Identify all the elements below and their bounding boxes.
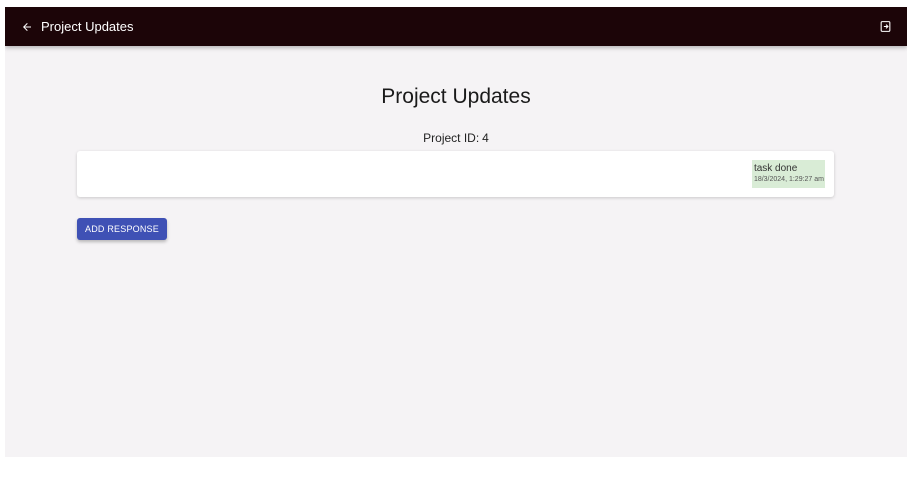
app-bar-title: Project Updates	[41, 19, 134, 34]
project-id-value: 4	[482, 131, 489, 145]
project-id: Project ID: 4	[5, 131, 907, 145]
logout-button[interactable]	[872, 14, 898, 40]
message-bubble: task done 18/3/2024, 1:29:27 am	[751, 160, 825, 188]
updates-card: task done 18/3/2024, 1:29:27 am	[77, 151, 834, 197]
back-button[interactable]	[14, 14, 40, 40]
message-text: task done	[753, 163, 798, 174]
app-bar: Project Updates	[5, 7, 907, 46]
project-id-label: Project ID:	[423, 131, 480, 145]
add-response-button[interactable]: ADD RESPONSE	[77, 218, 167, 240]
app-window: Project Updates Project Updates Project …	[5, 7, 907, 457]
arrow-left-icon	[23, 22, 31, 31]
logout-icon	[880, 21, 890, 32]
page-title: Project Updates	[381, 85, 531, 108]
message-timestamp: 18/3/2024, 1:29:27 am	[753, 176, 824, 183]
